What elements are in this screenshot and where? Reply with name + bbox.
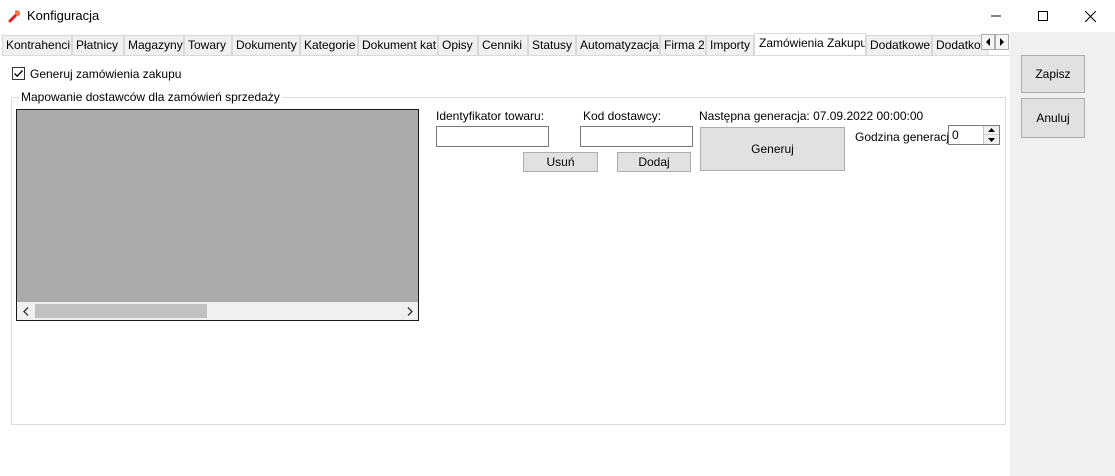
tab-label: Magazyny — [128, 38, 183, 52]
tab-platnicy[interactable]: Płatnicy — [72, 35, 124, 55]
generation-hour-value[interactable]: 0 — [952, 128, 959, 142]
side-panel: Zapisz Anuluj — [1010, 32, 1115, 476]
cancel-button[interactable]: Anuluj — [1021, 98, 1085, 138]
tab-towary[interactable]: Towary — [184, 35, 232, 55]
next-generation-label: Następna generacja: 07.09.2022 00:00:00 — [699, 109, 924, 123]
tab-scroll-right-button[interactable] — [995, 34, 1009, 50]
generate-orders-label[interactable]: Generuj zamówienia zakupu — [30, 67, 181, 81]
save-button[interactable]: Zapisz — [1021, 55, 1085, 93]
tab-importy[interactable]: Importy — [706, 35, 754, 55]
tab-dokumenty[interactable]: Dokumenty — [232, 35, 300, 55]
tab-cenniki[interactable]: Cenniki — [478, 35, 528, 55]
chevron-left-icon — [22, 306, 28, 316]
tab-strip: Kontrahenci Płatnicy Magazyny Towary Dok… — [2, 33, 1010, 55]
spinner-buttons — [983, 126, 999, 144]
spinner-down-button[interactable] — [984, 135, 999, 144]
chevron-right-icon — [407, 306, 413, 316]
tab-opisy[interactable]: Opisy — [438, 35, 478, 55]
tab-label: Dodatkowe — [870, 38, 931, 52]
close-button[interactable] — [1067, 0, 1113, 32]
arrow-left-icon — [986, 38, 990, 46]
remove-button[interactable]: Usuń — [523, 152, 598, 172]
minimize-icon — [991, 15, 1001, 17]
tab-label: Kontrahenci — [6, 38, 71, 52]
arrow-right-icon — [1000, 38, 1004, 46]
title-bar: Konfiguracja — [0, 0, 1115, 32]
mapping-grid[interactable] — [16, 109, 419, 321]
tab-label: Kategorie — [304, 38, 356, 52]
tab-automatyzacja[interactable]: Automatyzacja — [576, 35, 660, 55]
tab-label: Płatnicy — [76, 38, 119, 52]
tab-dodatkowe[interactable]: Dodatkowe — [866, 35, 932, 55]
item-id-label: Identyfikator towaru: — [436, 109, 545, 123]
horizontal-scrollbar[interactable] — [17, 302, 418, 320]
scroll-right-button[interactable] — [401, 302, 418, 320]
spinner-up-button[interactable] — [984, 126, 999, 135]
window-title: Konfiguracja — [27, 8, 100, 23]
tab-magazyny[interactable]: Magazyny — [124, 35, 184, 55]
tab-label: Opisy — [442, 38, 473, 52]
generation-hour-label: Godzina generacji — [855, 130, 952, 144]
supplier-code-input[interactable] — [580, 126, 693, 147]
maximize-button[interactable] — [1020, 0, 1066, 32]
generate-orders-checkbox[interactable] — [12, 67, 25, 80]
tab-label: Cenniki — [482, 38, 523, 52]
tab-kategorie[interactable]: Kategorie — [300, 35, 358, 55]
minimize-button[interactable] — [973, 0, 1019, 32]
checkmark-icon — [14, 70, 23, 78]
tab-kontrahenci[interactable]: Kontrahenci — [2, 35, 72, 55]
tab-dokument-kat[interactable]: Dokument kat — [358, 35, 438, 55]
tab-label: Towary — [188, 38, 227, 52]
tab-label: Importy — [710, 38, 751, 52]
generate-button[interactable]: Generuj — [700, 127, 845, 171]
close-icon — [1084, 10, 1096, 22]
tab-dodatkowe-2[interactable]: Dodatkowe — [932, 35, 988, 55]
supplier-code-label: Kod dostawcy: — [583, 109, 662, 123]
tab-scroll-left-button[interactable] — [981, 34, 995, 50]
tab-statusy[interactable]: Statusy — [528, 35, 576, 55]
tab-label: Zamówienia Zakupu — [759, 36, 866, 50]
tab-label: Automatyzacja — [580, 38, 659, 52]
wrench-icon — [8, 10, 21, 23]
group-title: Mapowanie dostawców dla zamówień sprzeda… — [19, 90, 282, 104]
tab-firma-2[interactable]: Firma 2 — [660, 35, 706, 55]
add-button[interactable]: Dodaj — [617, 152, 691, 172]
tab-label: Dokumenty — [236, 38, 297, 52]
generation-hour-spinner[interactable]: 0 — [948, 125, 1000, 145]
maximize-icon — [1038, 11, 1048, 21]
triangle-down-icon — [988, 137, 995, 142]
tab-label: Firma 2 — [664, 38, 705, 52]
triangle-up-icon — [988, 128, 995, 132]
scroll-left-button[interactable] — [17, 302, 34, 320]
tab-label: Dokument kat — [362, 38, 437, 52]
scroll-thumb[interactable] — [35, 304, 207, 318]
tab-zamowienia-zakupu[interactable]: Zamówienia Zakupu — [754, 33, 866, 55]
tab-label: Statusy — [532, 38, 573, 52]
item-id-input[interactable] — [436, 126, 549, 147]
